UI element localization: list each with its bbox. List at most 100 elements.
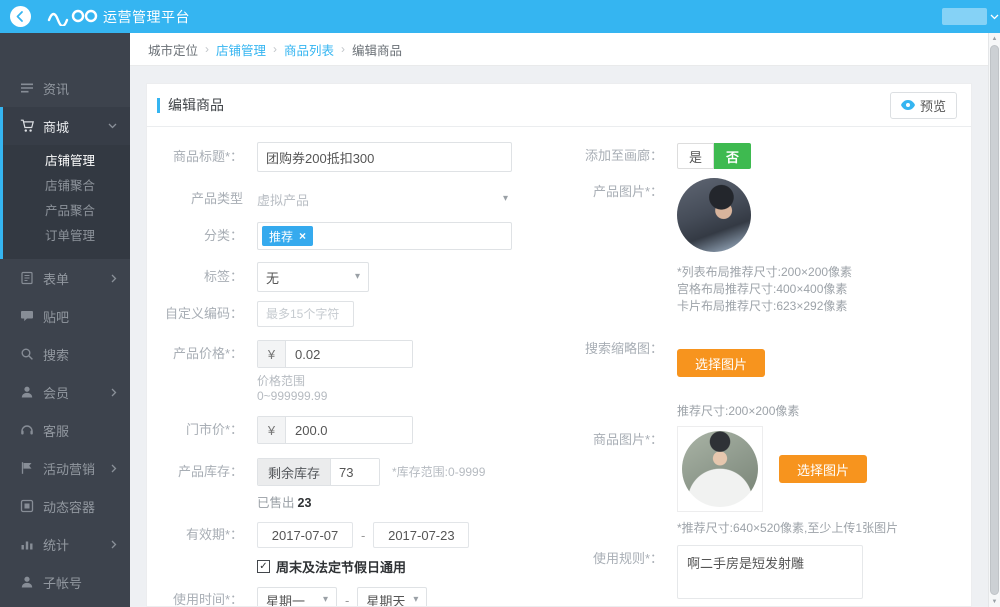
stock-range-note: *库存范围:0-9999 xyxy=(392,465,486,479)
validity-end-input[interactable] xyxy=(373,522,470,548)
tag-close-icon[interactable]: × xyxy=(299,229,306,243)
breadcrumb-item: 城市定位 xyxy=(148,43,199,58)
breadcrumb-separator: › xyxy=(205,42,210,56)
search-thumb-hint: 推荐尺寸:200×200像素 xyxy=(677,404,800,418)
category-tag-label: 推荐 xyxy=(269,229,294,244)
product-title-input[interactable] xyxy=(257,142,512,172)
sidebar-item-stats[interactable]: 统计 xyxy=(0,525,130,563)
sidebar-subitem-product-aggregate[interactable]: 产品聚合 xyxy=(3,199,130,224)
tag-select[interactable]: 无 ▾ xyxy=(257,262,369,292)
product-type-label: 产品类型 xyxy=(190,191,243,206)
custom-code-input[interactable] xyxy=(257,301,354,327)
headset-icon xyxy=(20,423,36,437)
search-thumb-select-button[interactable]: 选择图片 xyxy=(677,349,765,377)
chevron-right-icon xyxy=(111,464,117,473)
scrollbar-thumb[interactable] xyxy=(990,45,999,595)
use-time-start-value: 星期一 xyxy=(266,593,306,607)
sidebar-item-label: 表单 xyxy=(43,271,70,287)
gallery-no-button[interactable]: 否 xyxy=(714,143,751,169)
holiday-checkbox-row: ✓ 周末及法定节假日通用 xyxy=(257,557,577,576)
gallery-yes-button[interactable]: 是 xyxy=(677,143,714,169)
member-icon xyxy=(20,385,36,399)
eye-icon xyxy=(900,100,915,110)
use-time-separator: - xyxy=(345,592,350,607)
sidebar-subitem-store-manage[interactable]: 店铺管理 xyxy=(3,149,130,174)
caret-down-icon: ▾ xyxy=(413,594,419,605)
goods-image-hint: *推荐尺寸:640×520像素,至少上传1张图片 xyxy=(677,521,899,535)
store-price-input-group: ¥ xyxy=(257,416,413,444)
sidebar-item-forms[interactable]: 表单 xyxy=(0,259,130,297)
sidebar-item-subaccount[interactable]: 子帐号 xyxy=(0,563,130,601)
scrollbar-down-arrow[interactable]: ▼ xyxy=(989,596,1000,607)
breadcrumb: 城市定位 › 店铺管理 › 商品列表 › 编辑商品 xyxy=(130,33,988,66)
scrollbar-up-arrow[interactable]: ▲ xyxy=(989,33,1000,44)
use-time-end-select[interactable]: 星期天 ▾ xyxy=(357,586,428,606)
date-range-separator: - xyxy=(361,527,366,543)
tag-select-value: 无 xyxy=(266,270,280,286)
stock-input[interactable] xyxy=(331,459,380,485)
stats-icon xyxy=(20,537,36,551)
sidebar-item-tieba[interactable]: 贴吧 xyxy=(0,297,130,335)
use-rule-textarea[interactable]: 啊二手房是短发射雕 xyxy=(677,545,863,599)
sidebar-subitem-order-manage[interactable]: 订单管理 xyxy=(3,224,130,249)
sidebar-item-members[interactable]: 会员 xyxy=(0,373,130,411)
app-logo[interactable]: 运营管理平台 xyxy=(47,7,190,27)
goods-image[interactable] xyxy=(682,431,758,507)
sidebar: 资讯 商城 店铺管理 店铺聚合 产品聚合 订单管理 表单 贴吧 搜索 会员 客服… xyxy=(0,33,130,607)
sidebar-item-label: 统计 xyxy=(43,537,70,553)
validity-start-input[interactable] xyxy=(257,522,353,548)
breadcrumb-link-product-list[interactable]: 商品列表 xyxy=(284,40,334,59)
logo-wave-icon xyxy=(47,9,98,26)
product-image-label: 产品图片*： xyxy=(592,184,663,199)
product-image[interactable] xyxy=(677,178,751,252)
sidebar-item-news[interactable]: 资讯 xyxy=(0,69,130,107)
sidebar-item-search[interactable]: 搜索 xyxy=(0,335,130,373)
sidebar-item-label: 子帐号 xyxy=(43,575,83,591)
edit-product-panel: 编辑商品 预览 商品标题*： 产品类型 xyxy=(146,83,972,607)
holiday-checkbox[interactable]: ✓ xyxy=(257,560,270,573)
caret-down-icon: ▾ xyxy=(502,193,508,204)
price-input[interactable] xyxy=(286,341,412,367)
breadcrumb-separator: › xyxy=(341,42,346,56)
use-rule-label: 使用规则*： xyxy=(592,551,663,566)
sidebar-submenu: 店铺管理 店铺聚合 产品聚合 订单管理 xyxy=(3,145,130,259)
form-right-column: 添加至画廊： 是 否 产品图片*： *列表布局推荐尺寸:200×200像素 宫格… xyxy=(577,142,971,606)
goods-image-select-button[interactable]: 选择图片 xyxy=(779,455,867,483)
stock-prefix: 剩余库存 xyxy=(258,459,332,485)
subaccount-icon xyxy=(20,575,36,589)
product-type-select[interactable]: 虚拟产品 ▾ xyxy=(257,184,512,214)
flag-icon xyxy=(20,461,36,475)
sidebar-item-marketing[interactable]: 活动营销 xyxy=(0,449,130,487)
sidebar-item-mall[interactable]: 商城 xyxy=(3,107,130,145)
stock-label: 产品库存： xyxy=(177,464,243,479)
app-title: 运营管理平台 xyxy=(103,8,190,25)
category-tag-input[interactable]: 推荐 × xyxy=(257,222,512,250)
breadcrumb-link-store-manage[interactable]: 店铺管理 xyxy=(216,40,266,59)
chevron-right-icon xyxy=(111,540,117,549)
price-label: 产品价格*： xyxy=(172,346,243,361)
page-scrollbar[interactable]: ▲ ▼ xyxy=(988,33,1000,607)
use-time-start-select[interactable]: 星期一 ▾ xyxy=(257,586,337,607)
goods-image-label: 商品图片*： xyxy=(592,432,663,447)
form-icon xyxy=(20,271,36,285)
preview-button-label: 预览 xyxy=(919,98,946,114)
sidebar-subitem-store-aggregate[interactable]: 店铺聚合 xyxy=(3,174,130,199)
sidebar-item-container[interactable]: 动态容器 xyxy=(0,487,130,525)
preview-button[interactable]: 预览 xyxy=(889,91,957,119)
search-icon xyxy=(20,347,36,361)
gallery-toggle: 是 否 xyxy=(677,143,751,169)
sidebar-item-service[interactable]: 客服 xyxy=(0,411,130,449)
chevron-down-icon xyxy=(108,123,117,129)
use-time-label: 使用时间*： xyxy=(172,592,243,607)
back-button[interactable] xyxy=(10,6,31,27)
form-left-column: 商品标题*： 产品类型 虚拟产品 ▾ 分类： xyxy=(147,142,577,607)
tag-label: 标签： xyxy=(203,269,243,284)
holiday-checkbox-label: 周末及法定节假日通用 xyxy=(276,560,407,575)
main-content: 城市定位 › 店铺管理 › 商品列表 › 编辑商品 编辑商品 预览 商品标题*： xyxy=(130,33,988,607)
store-price-input[interactable] xyxy=(286,417,412,443)
category-tag: 推荐 × xyxy=(262,226,314,246)
user-menu[interactable] xyxy=(942,8,999,25)
search-thumb-label: 搜索缩略图： xyxy=(584,341,663,356)
price-range-hint: 价格范围 0~999999.99 xyxy=(257,374,328,403)
sidebar-item-label: 商城 xyxy=(43,119,70,135)
